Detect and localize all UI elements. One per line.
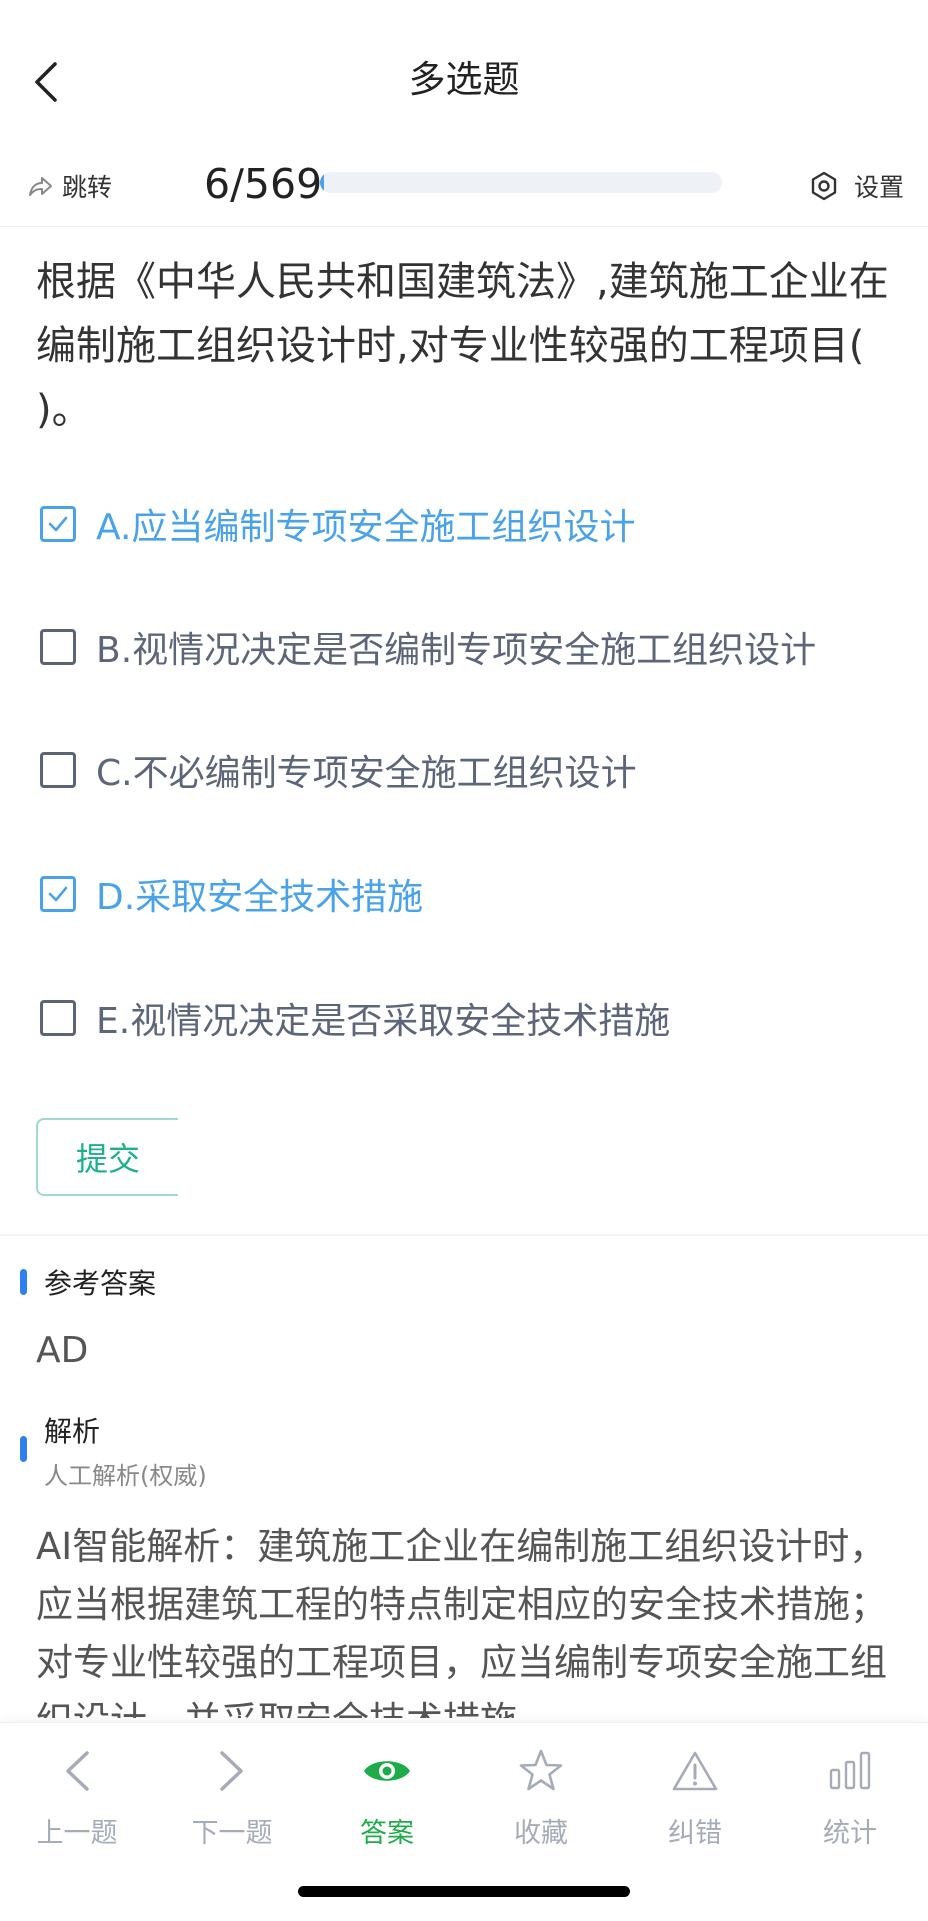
option-e[interactable]: E.视情况决定是否采取安全技术措施 [40, 988, 670, 1048]
analysis-source: 人工解析(权威) [44, 1462, 207, 1490]
jump-button[interactable]: 跳转 [28, 164, 112, 208]
tab-next[interactable]: 下一题 [167, 1745, 297, 1850]
warning-icon [672, 1751, 718, 1791]
analysis-text: AI智能解析：建筑施工企业在编制施工组织设计时，应当根据建筑工程的特点制定相应的… [36, 1525, 887, 1718]
section-marker [20, 1269, 27, 1295]
checkbox[interactable] [40, 1000, 76, 1036]
submit-button[interactable]: 提交 [36, 1118, 178, 1196]
section-marker [20, 1436, 27, 1462]
option-label: D.采取安全技术措施 [96, 877, 424, 918]
tab-answer[interactable]: 答案 [322, 1745, 452, 1850]
tab-label: 下一题 [191, 1818, 273, 1849]
settings-button[interactable]: 设置 [808, 164, 904, 208]
option-a[interactable]: A.应当编制专项安全施工组织设计 [40, 494, 635, 554]
checkbox[interactable] [40, 752, 76, 788]
settings-label: 设置 [854, 173, 905, 202]
share-arrow-icon [29, 177, 52, 196]
settings-icon [811, 171, 837, 201]
tab-previous[interactable]: 上一题 [12, 1745, 142, 1850]
option-label: B.视情况决定是否编制专项安全施工组织设计 [96, 630, 817, 671]
tab-statistics[interactable]: 统计 [785, 1745, 915, 1850]
divider [0, 1234, 928, 1236]
page-title: 多选题 [408, 58, 520, 101]
checkbox[interactable] [40, 876, 76, 912]
check-icon [48, 886, 68, 902]
option-c[interactable]: C.不必编制专项安全施工组织设计 [40, 740, 637, 800]
analysis-section-title: 解析 [44, 1415, 101, 1448]
tab-label: 收藏 [514, 1818, 568, 1849]
chevron-right-icon [220, 1751, 243, 1791]
progress-count: 6/569 [204, 160, 323, 208]
tab-label: 上一题 [36, 1818, 118, 1849]
tab-label: 答案 [360, 1818, 414, 1849]
tab-report-error[interactable]: 纠错 [630, 1745, 760, 1850]
checkbox[interactable] [40, 629, 76, 665]
star-icon [519, 1749, 563, 1791]
jump-label: 跳转 [62, 173, 113, 202]
tab-favorite[interactable]: 收藏 [476, 1745, 606, 1850]
chevron-left-icon [66, 1751, 89, 1791]
eye-icon [364, 1761, 410, 1781]
bar-chart-icon [829, 1751, 871, 1790]
check-icon [48, 516, 68, 532]
answer-section-title: 参考答案 [44, 1267, 157, 1300]
nav-bar: 多选题 [0, 0, 928, 165]
progress-bar [320, 172, 722, 193]
option-b[interactable]: B.视情况决定是否编制专项安全施工组织设计 [40, 617, 816, 677]
tab-label: 统计 [823, 1818, 877, 1849]
tab-label: 纠错 [668, 1818, 722, 1849]
answer-value: AD [36, 1330, 89, 1371]
option-label: C.不必编制专项安全施工组织设计 [96, 753, 637, 794]
option-d[interactable]: D.采取安全技术措施 [40, 864, 423, 924]
option-label: A.应当编制专项安全施工组织设计 [96, 507, 636, 548]
option-label: E.视情况决定是否采取安全技术措施 [96, 1001, 671, 1042]
question-text: 根据《中华人民共和国建筑法》,建筑施工企业在编制施工组织设计时,对专业性较强的工… [36, 259, 889, 433]
checkbox[interactable] [40, 506, 76, 542]
home-indicator [298, 1886, 630, 1897]
toolbar: 跳转 6/569 设置 [0, 150, 928, 227]
